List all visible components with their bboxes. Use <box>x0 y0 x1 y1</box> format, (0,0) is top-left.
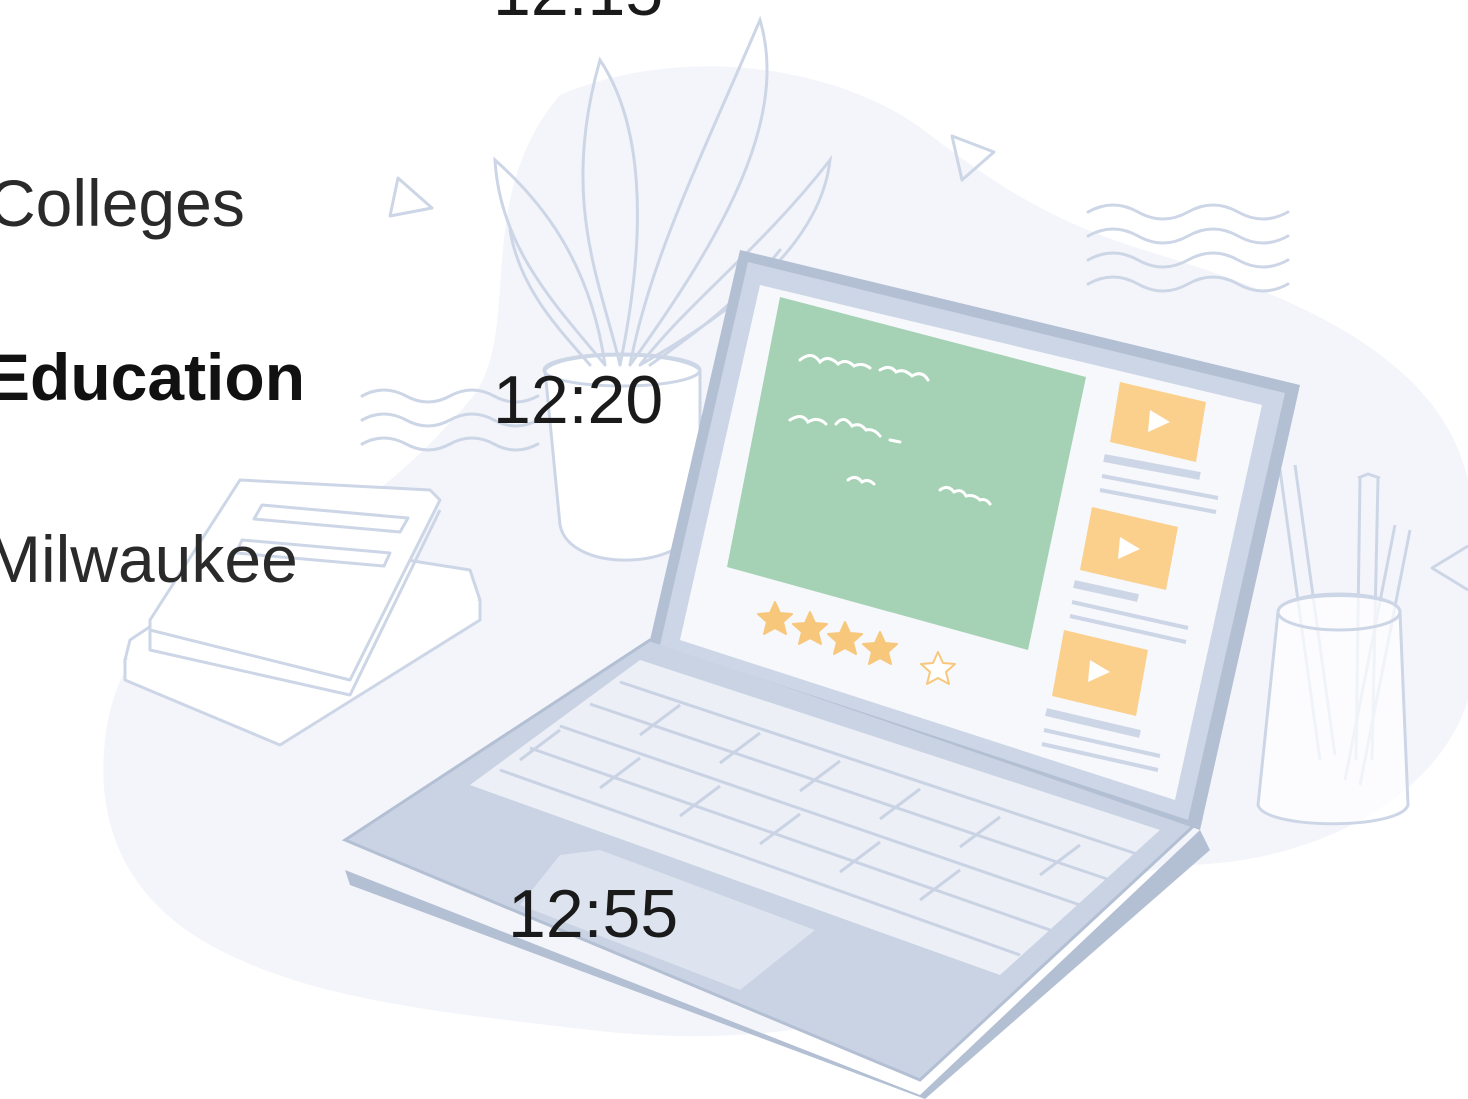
timestamp-bottom: 12:55 <box>508 876 679 952</box>
timestamp-top: 12:15 <box>493 0 663 26</box>
triangle-shape-left <box>388 176 434 218</box>
label-milwaukee: Milwaukee <box>0 522 298 596</box>
timestamp-middle: 12:20 <box>493 362 664 438</box>
slide-canvas: Colleges Education Milwaukee 12:15 12:20… <box>0 0 1468 1099</box>
label-education: Education <box>0 340 306 414</box>
label-colleges: Colleges <box>0 166 245 240</box>
